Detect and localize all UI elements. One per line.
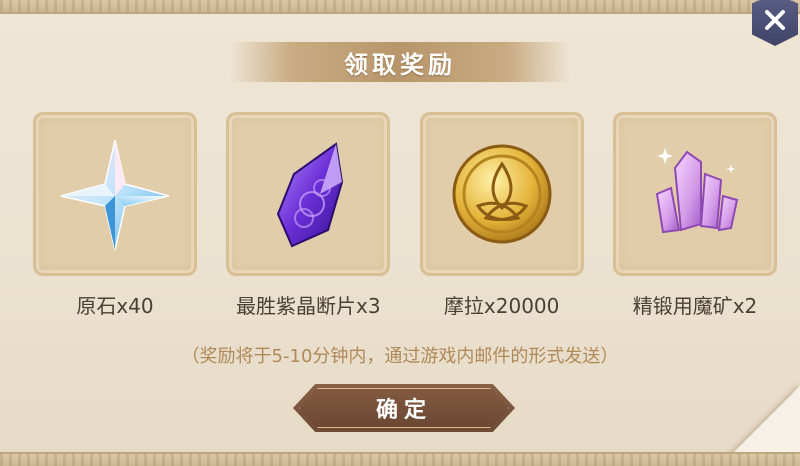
reward-slot[interactable]: [226, 112, 391, 276]
reward-item-enhancement-ore: 精锻用魔矿x2: [610, 112, 780, 319]
close-button[interactable]: [752, 0, 798, 46]
reward-label: 原石x40: [76, 294, 154, 318]
reward-item-primogem: 原石x40: [30, 112, 200, 319]
close-icon: [765, 10, 785, 30]
top-ornament-band: [0, 0, 800, 14]
reward-label: 精锻用魔矿x2: [632, 294, 758, 318]
title-banner: 领取奖励: [230, 42, 570, 82]
reward-slot[interactable]: [33, 112, 197, 276]
reward-item-amethyst-fragment: 最胜紫晶断片x3: [223, 112, 393, 319]
mystic-enhancement-ore-icon: [655, 148, 739, 234]
dialog-title: 领取奖励: [344, 50, 456, 79]
mora-coin-icon: [452, 144, 552, 244]
confirm-button[interactable]: 确定: [293, 384, 515, 432]
reward-slot[interactable]: [612, 112, 777, 276]
amethyst-fragment-icon: [277, 142, 344, 248]
reward-slot[interactable]: [419, 112, 584, 276]
reward-label: 摩拉x20000: [443, 294, 560, 318]
bottom-ornament-band: [0, 452, 800, 466]
primogem-icon: [60, 139, 170, 251]
reward-dialog: 领取奖励 原石x40 最胜紫晶断片x3 摩拉x20000 精锻用魔矿x2 （奖励…: [0, 0, 800, 466]
confirm-button-label: 确定: [375, 398, 432, 423]
reward-item-mora: 摩拉x20000: [417, 112, 587, 319]
reward-list: 原石x40 最胜紫晶断片x3 摩拉x20000 精锻用魔矿x2: [30, 112, 780, 319]
delivery-notice: （奖励将于5-10分钟内，通过游戏内邮件的形式发送）: [181, 346, 619, 367]
reward-label: 最胜紫晶断片x3: [236, 294, 381, 318]
